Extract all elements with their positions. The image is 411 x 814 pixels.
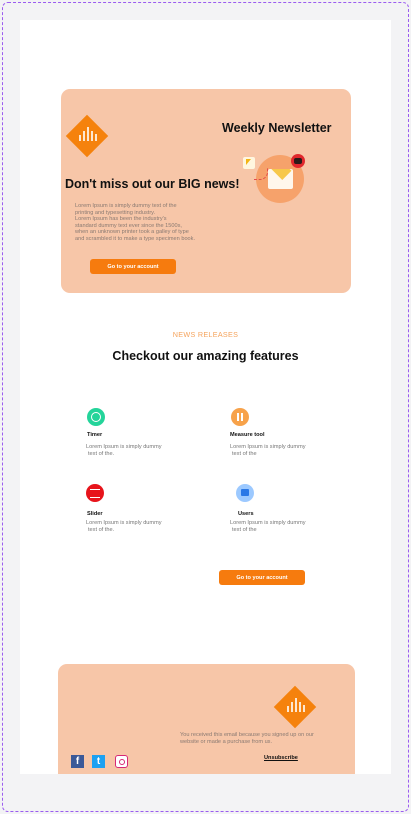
hero-body-line: printing and typesetting industry. [75,209,156,216]
hero-headline: Don't miss out our BIG news! [65,177,240,191]
hero-body-line: Lorem Ipsum has been the industry's [75,216,167,223]
section-kicker: NEWS RELEASES [172,330,239,339]
feature-desc-line: Lorem Ipsum is simply dummy [230,444,306,450]
footer-logo-bars-icon [287,698,305,712]
footer-note-line: website or made a purchase from us. [180,739,273,745]
feature-desc-measure-tool: Lorem Ipsum is simply dummy text of the [230,444,330,457]
hero-body-line: and scrambled it to make a type specimen… [75,235,196,242]
logo-bars-icon [79,127,97,141]
feature-desc-line: text of the. [88,450,115,457]
feature-name-timer: Timer [87,432,103,438]
feature-name-users: Users [238,511,254,517]
newsletter-title: Weekly Newsletter [222,121,332,135]
hero-body-line: when an unknown printer took a galley of… [75,229,189,236]
hero-body-text: Lorem Ipsum is simply dummy text of the … [75,203,225,243]
feature-name-measure-tool: Measure tool [230,432,265,438]
feature-name-slider: Slider [87,511,103,517]
instagram-icon[interactable] [115,755,128,768]
feature-desc-line: Lorem Ipsum is simply dummy [86,444,162,450]
feature-desc-line: Lorem Ipsum is simply dummy [230,520,306,526]
unsubscribe-link[interactable]: Unsubscribe [264,755,298,761]
go-to-account-button[interactable]: Go to your account [90,259,176,274]
feature-desc-line: text of the. [88,526,115,533]
footer-note: You received this email because you sign… [180,732,340,746]
envelope-icon [268,169,293,189]
footer-note-line: You received this email because you sign… [180,732,314,738]
hero-body-line: Lorem Ipsum is simply dummy text of the [75,203,177,209]
feature-desc-line: text of the [232,526,257,533]
timer-icon [87,408,105,426]
measure-tool-icon [231,408,249,426]
slider-icon [86,484,104,502]
feature-desc-line: Lorem Ipsum is simply dummy [86,520,162,526]
camera-badge-icon [291,154,305,168]
go-to-account-button-secondary[interactable]: Go to your account [219,570,305,585]
hero-body-line: standard dummy text ever since the 1500s… [75,222,182,229]
feature-desc-slider: Lorem Ipsum is simply dummy text of the. [86,520,186,533]
facebook-icon[interactable]: f [71,755,84,768]
feature-desc-timer: Lorem Ipsum is simply dummy text of the. [86,444,186,457]
feature-desc-users: Lorem Ipsum is simply dummy text of the [230,520,330,533]
twitter-icon[interactable]: t [92,755,105,768]
feature-desc-line: text of the [232,450,257,457]
features-title: Checkout our amazing features [112,349,299,363]
users-icon [236,484,254,502]
